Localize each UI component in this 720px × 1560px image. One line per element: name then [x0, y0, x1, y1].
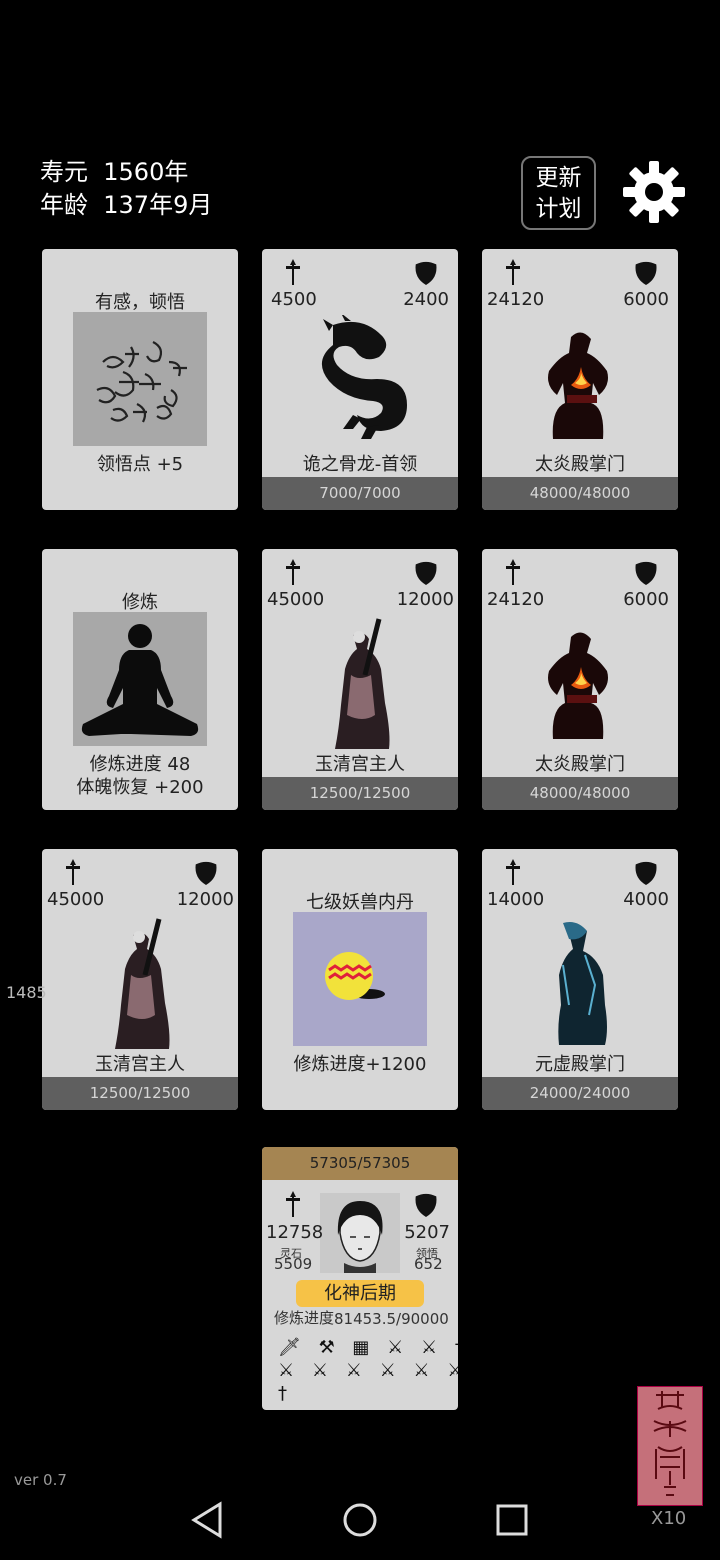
player-defense: 5207: [404, 1222, 450, 1243]
enemy-attack: 14000: [487, 889, 545, 910]
card-enemy-taiyan-master[interactable]: 24120 6000 太炎殿掌门 48000/48000: [482, 549, 678, 810]
fire-master-image: [548, 632, 608, 739]
attack-sword-icon: [286, 259, 300, 285]
defense-shield-icon: [415, 561, 437, 585]
weapon-row: 🗡 ⚒ ▦ ⚔ ⚔ † †: [278, 1337, 458, 1358]
defense-shield-icon: [635, 861, 657, 885]
enemy-defense: 4000: [623, 889, 669, 910]
player-attack: 12758: [266, 1222, 324, 1243]
yuqing-master-image: [115, 918, 170, 1049]
insight-value: 652: [414, 1255, 443, 1273]
lifespan-value: 1560年: [103, 158, 189, 186]
enemy-defense: 2400: [403, 289, 449, 310]
attack-sword-icon: [66, 859, 80, 885]
enemy-attack: 24120: [487, 589, 545, 610]
update-plan-line2: 计划: [535, 196, 582, 222]
defense-shield-icon: [635, 261, 657, 285]
enemy-hp-bar: 48000/48000: [482, 777, 678, 810]
enemy-attack: 4500: [271, 289, 317, 310]
age-label: 年龄: [40, 191, 88, 219]
enemy-attack: 45000: [47, 889, 105, 910]
yuqing-master-image: [335, 618, 390, 749]
player-hp-bar: 57305/57305: [262, 1147, 458, 1180]
defense-shield-icon: [415, 261, 437, 285]
enemy-hp-bar: 48000/48000: [482, 477, 678, 510]
demon-core-image: [293, 912, 427, 1046]
defense-shield-icon: [195, 861, 217, 885]
enemy-hp-bar: 12500/12500: [42, 1077, 238, 1110]
body-recovery: 体魄恢复 +200: [76, 777, 204, 798]
card-enemy-bone-dragon[interactable]: 4500 2400 诡之骨龙-首领 7000/7000: [262, 249, 458, 510]
progress-label: 修炼进度: [274, 1309, 335, 1327]
enemy-defense: 6000: [623, 589, 669, 610]
fire-master-image: [548, 332, 608, 439]
attack-sword-icon: [506, 259, 520, 285]
player-card[interactable]: 57305/57305 12758 5207 灵石 5509 领悟 652 化神…: [262, 1147, 458, 1410]
side-number: 1485: [6, 983, 47, 1002]
lifespan-line: 寿元 1560年: [40, 156, 188, 189]
item-effect: 修炼进度+1200: [293, 1054, 427, 1075]
spirit-stone-value: 5509: [274, 1255, 313, 1273]
enemy-name: 元虚殿掌门: [535, 1054, 625, 1075]
player-portrait: [320, 1193, 400, 1273]
enemy-hp-bar: 7000/7000: [262, 477, 458, 510]
attack-sword-icon: [506, 859, 520, 885]
lifespan-label: 寿元: [40, 158, 88, 186]
enemy-defense: 6000: [623, 289, 669, 310]
defense-shield-icon: [415, 1193, 437, 1217]
card-footer: 领悟点 +5: [96, 454, 184, 475]
update-plan-button[interactable]: 更新 计划: [521, 156, 596, 230]
enemy-defense: 12000: [396, 589, 454, 610]
enemy-name: 玉清宫主人: [315, 754, 405, 775]
attack-sword-icon: [286, 1191, 300, 1217]
back-nav-icon[interactable]: [191, 1501, 222, 1539]
enemy-defense: 12000: [176, 889, 234, 910]
enemy-name: 太炎殿掌门: [535, 754, 625, 775]
weapon-row: ⚔ ⚔ ⚔ ⚔ ⚔ ⚔ ⚔: [278, 1360, 458, 1381]
enemy-name: 诡之骨龙-首领: [302, 454, 418, 475]
yuanxu-master-image: [558, 922, 607, 1045]
card-enemy-yuanxu-master[interactable]: 14000 4000 元虚殿掌门 24000/24000: [482, 849, 678, 1110]
system-navigation-bar: [191, 1501, 528, 1539]
enemy-attack: 24120: [487, 289, 545, 310]
calligraphy-image: [73, 312, 207, 446]
home-nav-icon[interactable]: [343, 1503, 377, 1537]
settings-gear-icon[interactable]: [622, 160, 686, 224]
card-enemy-taiyan-master[interactable]: 24120 6000 太炎殿掌门 48000/48000: [482, 249, 678, 510]
enemy-hp-bar: 12500/12500: [262, 777, 458, 810]
attack-sword-icon: [506, 559, 520, 585]
weapon-row: †: [278, 1383, 293, 1404]
enemy-name: 玉清宫主人: [95, 1054, 185, 1075]
attack-sword-icon: [286, 559, 300, 585]
enemy-name: 太炎殿掌门: [535, 454, 625, 475]
defense-shield-icon: [635, 561, 657, 585]
enemy-hp-bar: 24000/24000: [482, 1077, 678, 1110]
meditation-image: [73, 612, 207, 746]
age-line: 年龄 137年9月: [40, 189, 212, 222]
card-enemy-yuqing-master[interactable]: 45000 12000 玉清宫主人 12500/12500: [42, 849, 238, 1110]
recents-nav-icon[interactable]: [496, 1504, 528, 1536]
realm-badge: 化神后期: [296, 1280, 424, 1307]
update-plan-line1: 更新: [535, 165, 582, 191]
enemy-attack: 45000: [267, 589, 325, 610]
card-cultivate-event[interactable]: 修炼 修炼进度 48 体魄恢复 +200: [42, 549, 238, 810]
card-item-demon-core[interactable]: 七级妖兽内丹 修炼进度+1200: [262, 849, 458, 1110]
bone-dragon-image: [321, 315, 407, 439]
card-title: 修炼: [122, 592, 158, 613]
age-value: 137年9月: [103, 191, 213, 219]
card-insight-event[interactable]: 有感，顿悟 领悟点 +5: [42, 249, 238, 510]
item-title: 七级妖兽内丹: [306, 892, 414, 913]
card-title: 有感，顿悟: [95, 292, 185, 313]
progress-value: 81453.5/90000: [334, 1310, 449, 1328]
card-enemy-yuqing-master[interactable]: 45000 12000 玉清宫主人 12500/12500: [262, 549, 458, 810]
